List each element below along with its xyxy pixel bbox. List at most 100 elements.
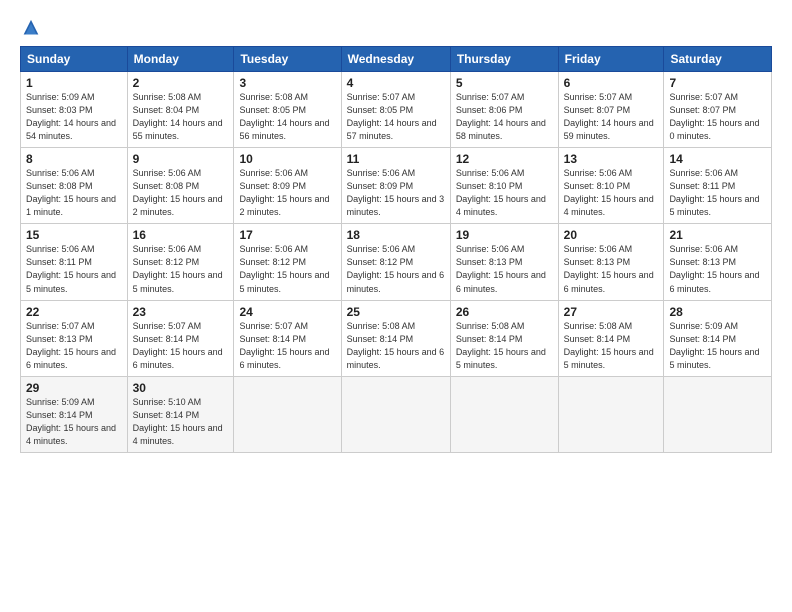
calendar-cell [234, 376, 341, 452]
calendar-cell: 26Sunrise: 5:08 AMSunset: 8:14 PMDayligh… [450, 300, 558, 376]
day-number: 28 [669, 305, 766, 319]
day-info: Sunrise: 5:06 AMSunset: 8:13 PMDaylight:… [564, 243, 659, 295]
day-info: Sunrise: 5:08 AMSunset: 8:14 PMDaylight:… [456, 320, 553, 372]
day-number: 14 [669, 152, 766, 166]
day-number: 30 [133, 381, 229, 395]
day-info: Sunrise: 5:09 AMSunset: 8:03 PMDaylight:… [26, 91, 122, 143]
day-info: Sunrise: 5:07 AMSunset: 8:07 PMDaylight:… [564, 91, 659, 143]
calendar-cell: 11Sunrise: 5:06 AMSunset: 8:09 PMDayligh… [341, 148, 450, 224]
header-wednesday: Wednesday [341, 47, 450, 72]
calendar-cell: 20Sunrise: 5:06 AMSunset: 8:13 PMDayligh… [558, 224, 664, 300]
day-info: Sunrise: 5:08 AMSunset: 8:04 PMDaylight:… [133, 91, 229, 143]
day-info: Sunrise: 5:06 AMSunset: 8:13 PMDaylight:… [456, 243, 553, 295]
day-number: 21 [669, 228, 766, 242]
calendar-cell: 21Sunrise: 5:06 AMSunset: 8:13 PMDayligh… [664, 224, 772, 300]
calendar-cell: 14Sunrise: 5:06 AMSunset: 8:11 PMDayligh… [664, 148, 772, 224]
day-number: 18 [347, 228, 445, 242]
header-thursday: Thursday [450, 47, 558, 72]
day-number: 23 [133, 305, 229, 319]
calendar: SundayMondayTuesdayWednesdayThursdayFrid… [20, 46, 772, 453]
day-info: Sunrise: 5:08 AMSunset: 8:14 PMDaylight:… [347, 320, 445, 372]
calendar-cell: 18Sunrise: 5:06 AMSunset: 8:12 PMDayligh… [341, 224, 450, 300]
day-number: 11 [347, 152, 445, 166]
day-info: Sunrise: 5:06 AMSunset: 8:13 PMDaylight:… [669, 243, 766, 295]
calendar-cell: 22Sunrise: 5:07 AMSunset: 8:13 PMDayligh… [21, 300, 128, 376]
logo-icon [20, 18, 42, 40]
day-info: Sunrise: 5:06 AMSunset: 8:12 PMDaylight:… [239, 243, 335, 295]
week-row-1: 8Sunrise: 5:06 AMSunset: 8:08 PMDaylight… [21, 148, 772, 224]
calendar-cell: 2Sunrise: 5:08 AMSunset: 8:04 PMDaylight… [127, 72, 234, 148]
calendar-cell: 25Sunrise: 5:08 AMSunset: 8:14 PMDayligh… [341, 300, 450, 376]
header-saturday: Saturday [664, 47, 772, 72]
week-row-0: 1Sunrise: 5:09 AMSunset: 8:03 PMDaylight… [21, 72, 772, 148]
day-number: 20 [564, 228, 659, 242]
day-number: 12 [456, 152, 553, 166]
day-info: Sunrise: 5:07 AMSunset: 8:06 PMDaylight:… [456, 91, 553, 143]
calendar-cell: 30Sunrise: 5:10 AMSunset: 8:14 PMDayligh… [127, 376, 234, 452]
day-info: Sunrise: 5:07 AMSunset: 8:14 PMDaylight:… [239, 320, 335, 372]
header-friday: Friday [558, 47, 664, 72]
day-number: 19 [456, 228, 553, 242]
day-info: Sunrise: 5:07 AMSunset: 8:07 PMDaylight:… [669, 91, 766, 143]
calendar-cell: 1Sunrise: 5:09 AMSunset: 8:03 PMDaylight… [21, 72, 128, 148]
page: SundayMondayTuesdayWednesdayThursdayFrid… [0, 0, 792, 612]
header [20, 18, 772, 40]
day-info: Sunrise: 5:06 AMSunset: 8:11 PMDaylight:… [669, 167, 766, 219]
week-row-2: 15Sunrise: 5:06 AMSunset: 8:11 PMDayligh… [21, 224, 772, 300]
calendar-cell: 12Sunrise: 5:06 AMSunset: 8:10 PMDayligh… [450, 148, 558, 224]
calendar-cell: 15Sunrise: 5:06 AMSunset: 8:11 PMDayligh… [21, 224, 128, 300]
logo [20, 18, 44, 40]
calendar-cell: 19Sunrise: 5:06 AMSunset: 8:13 PMDayligh… [450, 224, 558, 300]
calendar-cell: 7Sunrise: 5:07 AMSunset: 8:07 PMDaylight… [664, 72, 772, 148]
calendar-header: SundayMondayTuesdayWednesdayThursdayFrid… [21, 47, 772, 72]
week-row-3: 22Sunrise: 5:07 AMSunset: 8:13 PMDayligh… [21, 300, 772, 376]
calendar-cell: 23Sunrise: 5:07 AMSunset: 8:14 PMDayligh… [127, 300, 234, 376]
calendar-cell [558, 376, 664, 452]
day-info: Sunrise: 5:06 AMSunset: 8:12 PMDaylight:… [133, 243, 229, 295]
day-info: Sunrise: 5:07 AMSunset: 8:14 PMDaylight:… [133, 320, 229, 372]
calendar-cell [341, 376, 450, 452]
day-number: 24 [239, 305, 335, 319]
day-info: Sunrise: 5:08 AMSunset: 8:14 PMDaylight:… [564, 320, 659, 372]
day-number: 9 [133, 152, 229, 166]
calendar-cell: 28Sunrise: 5:09 AMSunset: 8:14 PMDayligh… [664, 300, 772, 376]
day-info: Sunrise: 5:06 AMSunset: 8:08 PMDaylight:… [133, 167, 229, 219]
day-info: Sunrise: 5:06 AMSunset: 8:09 PMDaylight:… [239, 167, 335, 219]
day-number: 7 [669, 76, 766, 90]
day-number: 3 [239, 76, 335, 90]
calendar-cell: 8Sunrise: 5:06 AMSunset: 8:08 PMDaylight… [21, 148, 128, 224]
header-tuesday: Tuesday [234, 47, 341, 72]
day-number: 1 [26, 76, 122, 90]
header-sunday: Sunday [21, 47, 128, 72]
day-info: Sunrise: 5:09 AMSunset: 8:14 PMDaylight:… [26, 396, 122, 448]
day-number: 22 [26, 305, 122, 319]
day-number: 13 [564, 152, 659, 166]
day-number: 26 [456, 305, 553, 319]
calendar-cell: 29Sunrise: 5:09 AMSunset: 8:14 PMDayligh… [21, 376, 128, 452]
calendar-cell: 16Sunrise: 5:06 AMSunset: 8:12 PMDayligh… [127, 224, 234, 300]
calendar-cell: 17Sunrise: 5:06 AMSunset: 8:12 PMDayligh… [234, 224, 341, 300]
calendar-cell: 6Sunrise: 5:07 AMSunset: 8:07 PMDaylight… [558, 72, 664, 148]
day-info: Sunrise: 5:06 AMSunset: 8:12 PMDaylight:… [347, 243, 445, 295]
day-info: Sunrise: 5:06 AMSunset: 8:10 PMDaylight:… [456, 167, 553, 219]
day-info: Sunrise: 5:08 AMSunset: 8:05 PMDaylight:… [239, 91, 335, 143]
calendar-cell: 24Sunrise: 5:07 AMSunset: 8:14 PMDayligh… [234, 300, 341, 376]
day-info: Sunrise: 5:10 AMSunset: 8:14 PMDaylight:… [133, 396, 229, 448]
day-info: Sunrise: 5:06 AMSunset: 8:11 PMDaylight:… [26, 243, 122, 295]
day-info: Sunrise: 5:06 AMSunset: 8:10 PMDaylight:… [564, 167, 659, 219]
day-number: 17 [239, 228, 335, 242]
day-number: 10 [239, 152, 335, 166]
day-number: 4 [347, 76, 445, 90]
calendar-cell: 9Sunrise: 5:06 AMSunset: 8:08 PMDaylight… [127, 148, 234, 224]
day-number: 5 [456, 76, 553, 90]
day-info: Sunrise: 5:06 AMSunset: 8:08 PMDaylight:… [26, 167, 122, 219]
day-info: Sunrise: 5:06 AMSunset: 8:09 PMDaylight:… [347, 167, 445, 219]
day-info: Sunrise: 5:07 AMSunset: 8:13 PMDaylight:… [26, 320, 122, 372]
day-number: 27 [564, 305, 659, 319]
calendar-body: 1Sunrise: 5:09 AMSunset: 8:03 PMDaylight… [21, 72, 772, 453]
calendar-cell [450, 376, 558, 452]
day-number: 29 [26, 381, 122, 395]
calendar-cell: 4Sunrise: 5:07 AMSunset: 8:05 PMDaylight… [341, 72, 450, 148]
calendar-cell: 5Sunrise: 5:07 AMSunset: 8:06 PMDaylight… [450, 72, 558, 148]
calendar-cell [664, 376, 772, 452]
